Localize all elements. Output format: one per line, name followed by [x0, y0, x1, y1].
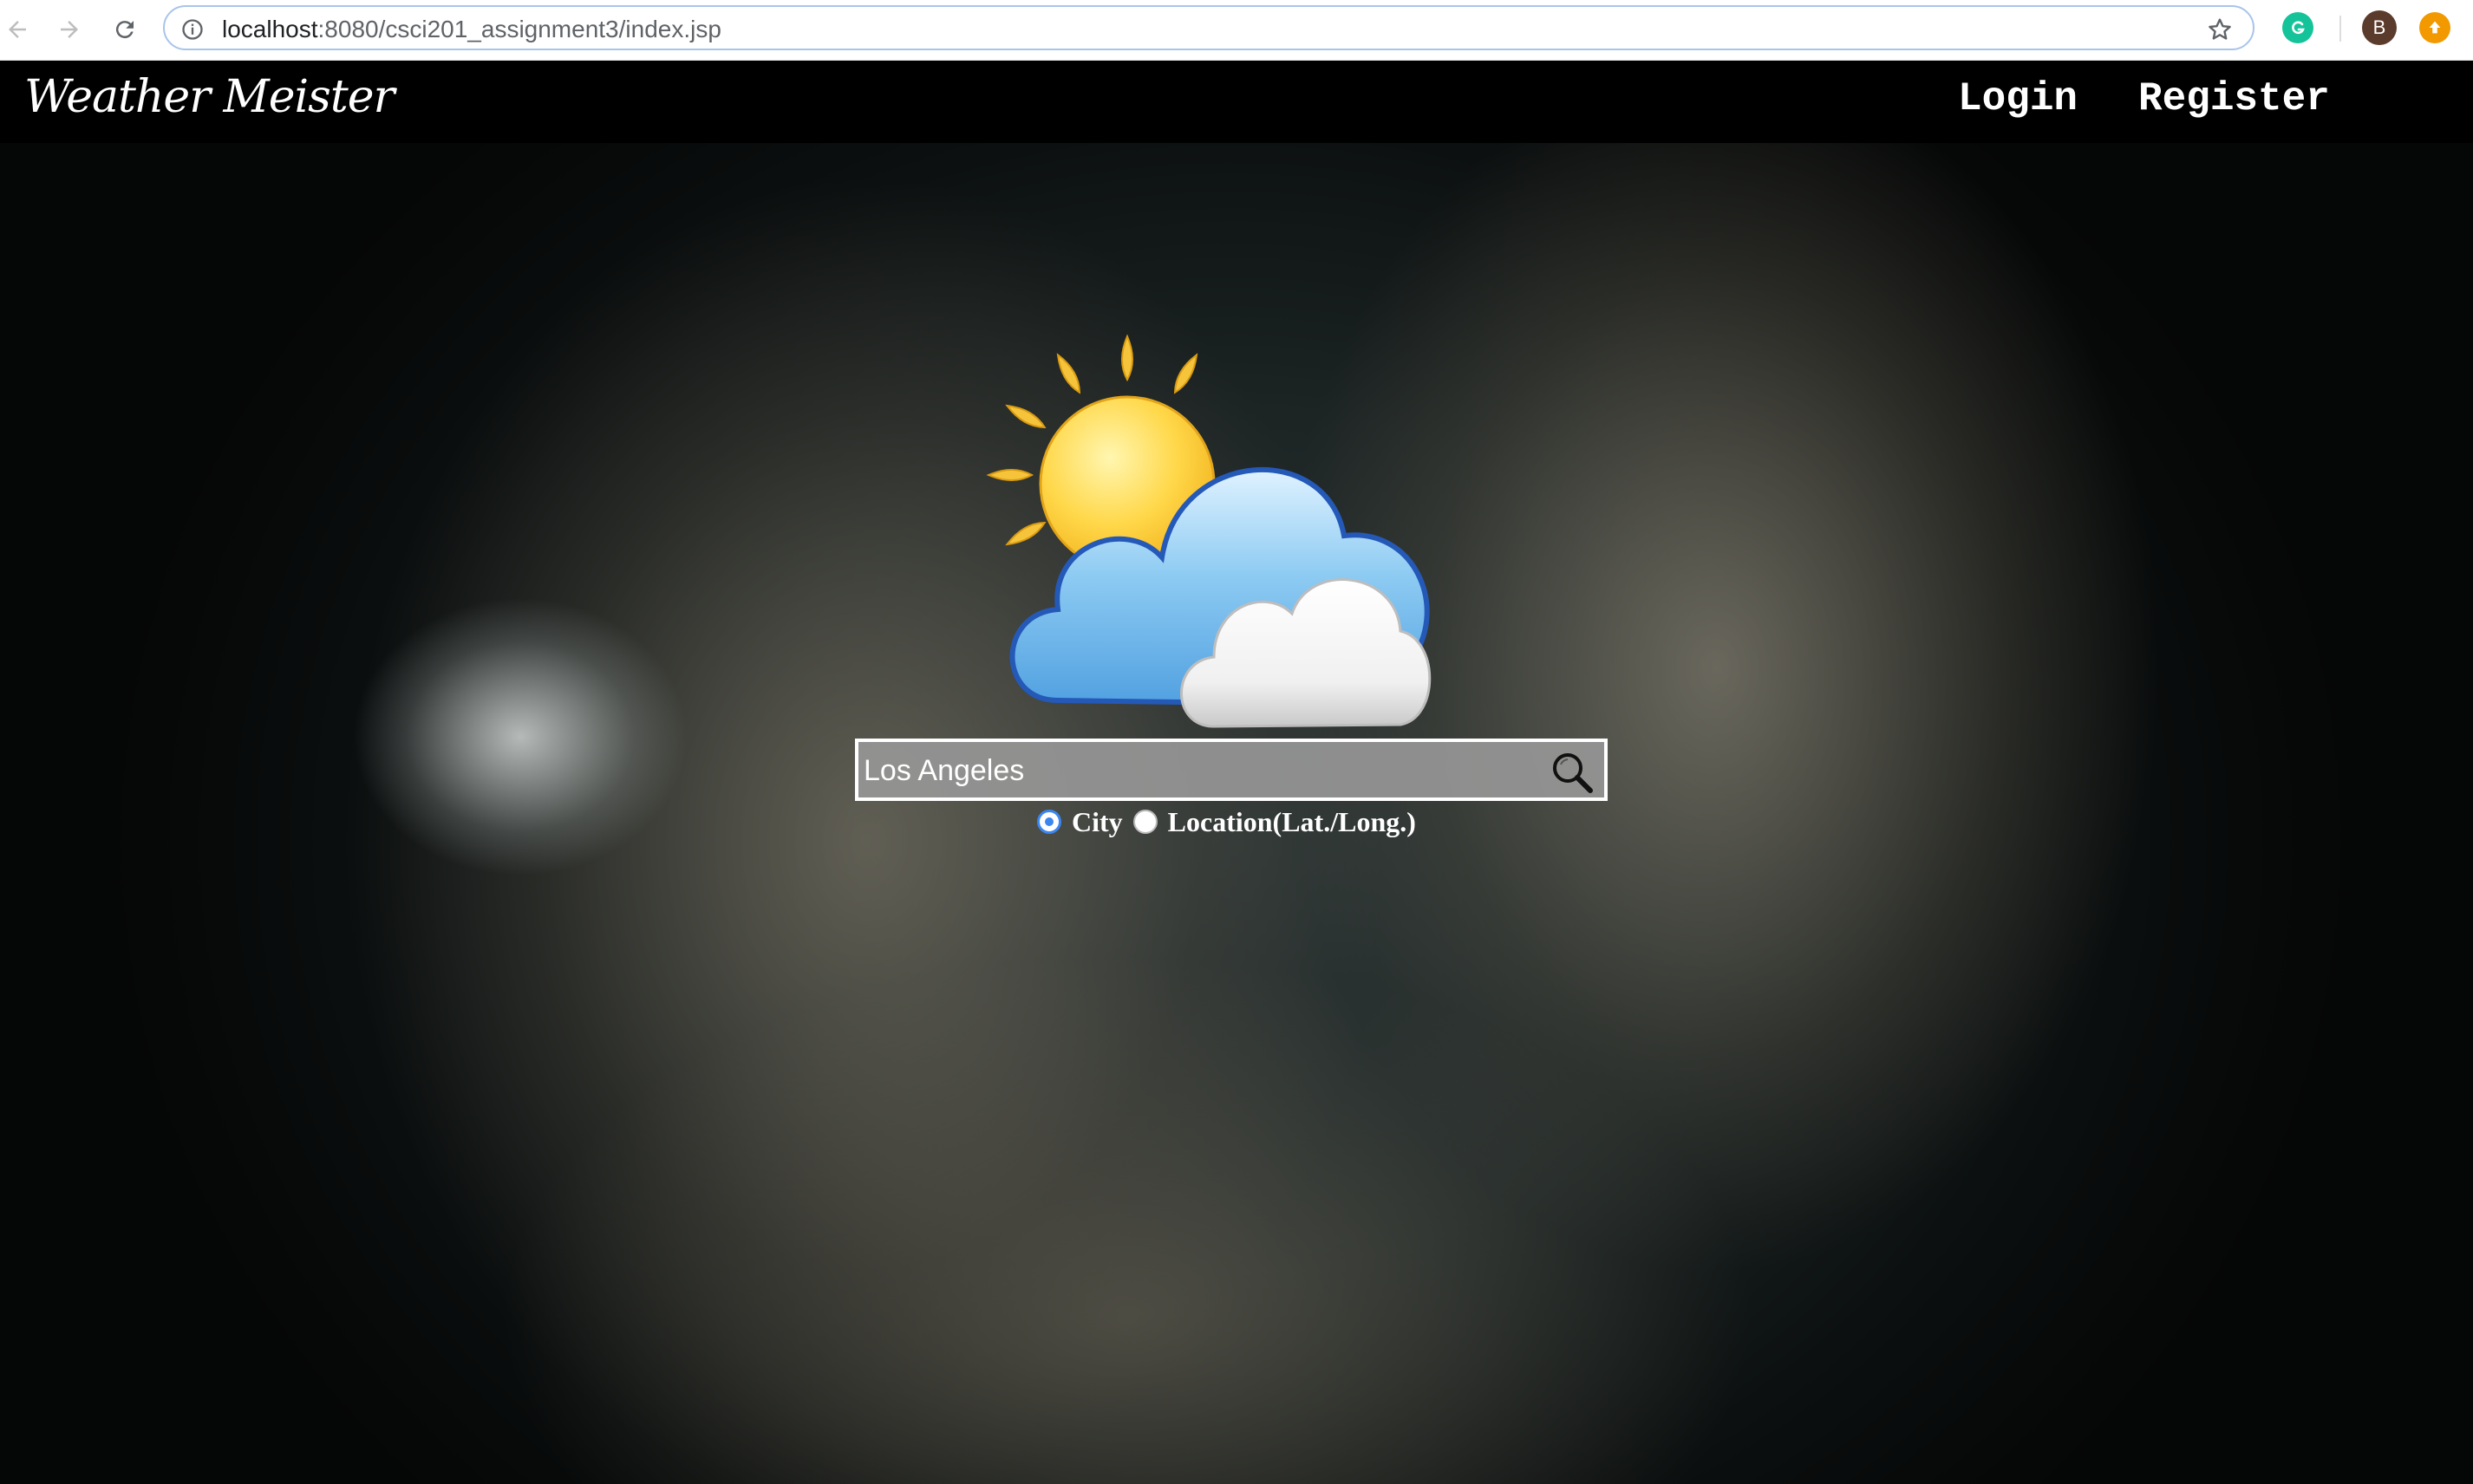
search-button[interactable] — [1547, 747, 1595, 796]
location-radio-label[interactable]: Location(Lat./Long.) — [1168, 806, 1416, 838]
grammarly-icon[interactable] — [2282, 12, 2313, 43]
site-logo[interactable]: Weather Meister — [24, 71, 395, 123]
url-path: :8080/csci201_assignment3/index.jsp — [317, 16, 721, 42]
update-arrow-icon — [2429, 21, 2441, 34]
url-host: localhost — [222, 16, 318, 42]
forward-button[interactable] — [52, 12, 87, 47]
back-arrow-icon — [9, 21, 26, 38]
grammarly-glyph-icon — [2292, 21, 2305, 35]
star-icon[interactable] — [2206, 16, 2234, 43]
page-background: Weather Meister Login Register Los Angel… — [0, 61, 2473, 1484]
search-input[interactable] — [862, 749, 1524, 792]
weather-sun-cloud-icon — [986, 334, 1432, 728]
browser-toolbar: localhost:8080/csci201_assignment3/index… — [0, 0, 2473, 61]
search-icon — [1553, 753, 1593, 793]
login-link[interactable]: Login — [1958, 76, 2078, 121]
extension-update-icon[interactable] — [2419, 12, 2450, 43]
register-link[interactable]: Register — [2138, 76, 2330, 121]
location-radio[interactable] — [1132, 810, 1158, 834]
toolbar-divider — [2339, 16, 2341, 42]
address-bar[interactable]: localhost:8080/csci201_assignment3/index… — [163, 5, 2254, 50]
radio-selected-dot — [1045, 817, 1054, 826]
site-header: Weather Meister Login Register — [0, 61, 2473, 143]
back-button[interactable] — [0, 12, 35, 47]
reload-button[interactable] — [108, 12, 142, 47]
forward-arrow-icon — [61, 21, 78, 38]
url-text: localhost:8080/csci201_assignment3/index… — [222, 16, 721, 43]
info-icon[interactable] — [180, 17, 205, 42]
city-radio-label[interactable]: City — [1072, 806, 1123, 838]
reload-icon — [115, 21, 134, 39]
profile-avatar[interactable]: B — [2362, 10, 2397, 45]
city-radio[interactable] — [1037, 810, 1061, 834]
search-type-options: City Location(Lat./Long.) — [1037, 803, 1426, 841]
search-box — [855, 739, 1608, 801]
